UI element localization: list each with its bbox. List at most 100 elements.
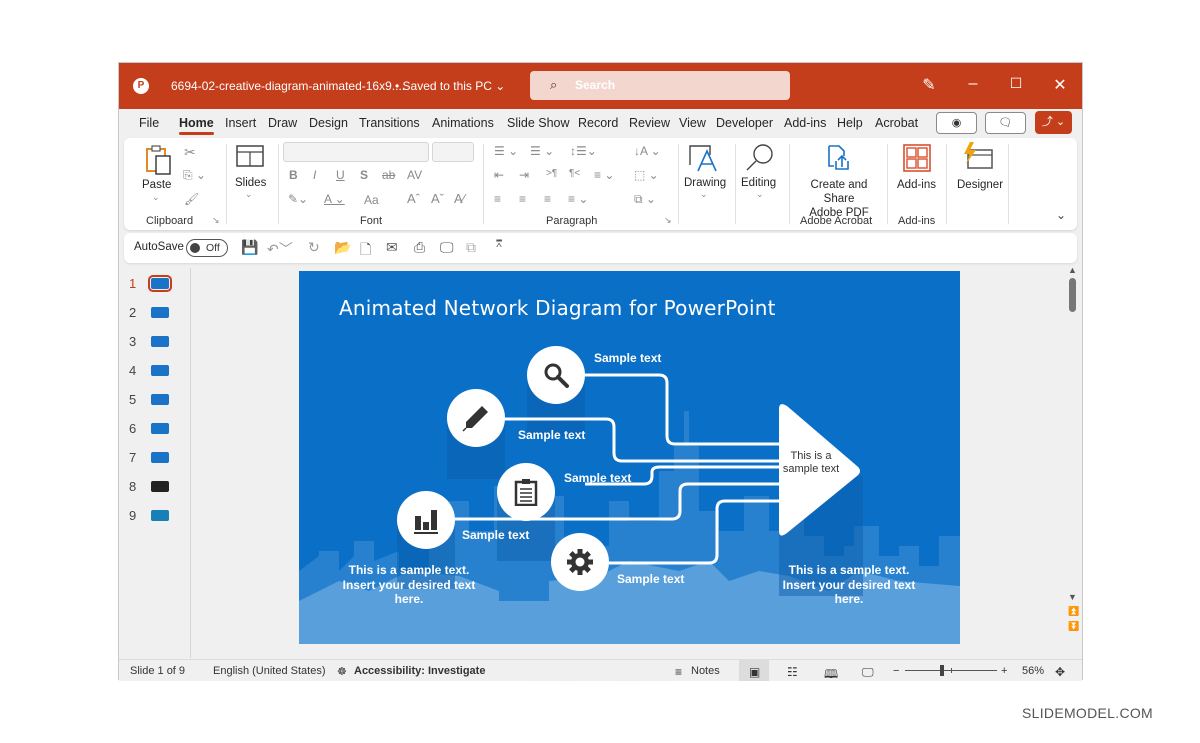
bar-chart-node-label[interactable]: Sample text [462,528,529,542]
close-button[interactable]: ✕ [1048,75,1072,95]
tab-record[interactable]: Record [578,116,618,130]
zoom-slider-track[interactable] [905,665,997,676]
adobe-pdf-share-icon[interactable] [826,144,852,172]
clipboard-node[interactable] [497,463,555,521]
designer-wand-icon[interactable]: ✎ [917,75,941,95]
rtl-icon[interactable]: ¶< [569,168,580,179]
present-icon[interactable]: 🖵 [440,239,454,256]
align-right-icon[interactable]: ≡ [544,192,551,206]
format-painter-icon[interactable]: 🖌 [184,192,199,206]
zoom-slider-thumb[interactable] [939,665,944,676]
accessibility-status[interactable]: Accessibility: Investigate [354,665,485,677]
increase-font-icon[interactable]: Aˆ [407,191,420,206]
email-icon[interactable]: ✉ [386,239,398,256]
strikethrough-button[interactable]: ab [382,168,395,182]
print-icon[interactable]: ⎙ [414,239,425,256]
clipboard-launcher-icon[interactable]: ↘ [212,215,220,226]
language-indicator[interactable]: English (United States) [213,665,326,677]
decrease-font-icon[interactable]: Aˇ [431,191,444,206]
minimize-button[interactable]: – [961,75,985,93]
clipboard-node-label[interactable]: Sample text [564,471,631,485]
customize-qat-icon[interactable]: ⩞ [496,239,502,250]
notes-button[interactable]: Notes [691,665,720,677]
next-slide-icon[interactable]: ⏬ [1068,621,1079,632]
character-spacing-button[interactable]: AV [407,168,422,182]
slide-thumbnail[interactable]: 7 [119,448,191,468]
fit-slide-icon[interactable]: ✥ [1055,665,1065,679]
italic-button[interactable]: I [313,168,316,182]
change-case-button[interactable]: Aa [364,193,379,207]
save-icon[interactable]: 💾 [241,239,258,256]
right-paragraph[interactable]: This is a sample text. Insert your desir… [774,563,924,607]
smartart-icon[interactable]: ⧉ ⌄ [634,192,656,207]
save-status-dropdown[interactable]: • Saved to this PC ⌄ [395,79,505,93]
slide-title[interactable]: Animated Network Diagram for PowerPoint [339,296,776,320]
drawing-chevron-icon[interactable]: ⌄ [700,189,708,200]
vertical-scrollbar[interactable]: ▲ ▼ ⏫ ⏬ [1066,263,1080,658]
slide-thumbnail[interactable]: 3 [119,332,191,352]
reading-view-icon[interactable]: 🕮 [824,665,838,686]
gear-node-label[interactable]: Sample text [617,572,684,586]
triangle-text[interactable]: This is a sample text [782,450,840,476]
zoom-out-button[interactable]: − [893,665,899,677]
tab-draw[interactable]: Draw [268,116,297,130]
line-spacing-icon[interactable]: ↕☰⌄ [570,144,597,158]
slide-thumbnail[interactable]: 6 [119,419,191,439]
bullets-icon[interactable]: ☰ ⌄ [494,144,518,158]
share-button[interactable]: ⤴ ⌄ [1035,111,1072,134]
highlight-color-icon[interactable]: ✎⌄ [288,192,308,206]
scroll-up-arrow-icon[interactable]: ▲ [1068,265,1077,275]
slideshow-view-icon[interactable]: 🖵 [862,665,874,680]
tab-developer[interactable]: Developer [716,116,773,130]
search-node-label[interactable]: Sample text [594,351,661,365]
underline-button[interactable]: U [336,168,345,182]
search-box[interactable]: ⌕ Search [530,71,790,100]
tab-add-ins[interactable]: Add-ins [784,116,826,130]
font-size-dropdown[interactable] [432,142,474,162]
maximize-button[interactable]: ☐ [1004,75,1028,92]
previous-slide-icon[interactable]: ⏫ [1068,606,1079,617]
search-node[interactable] [527,346,585,404]
left-paragraph[interactable]: This is a sample text. Insert your desir… [334,563,484,607]
tab-slide-show[interactable]: Slide Show [507,116,570,130]
slide-sorter-icon[interactable]: ☷ [787,665,798,679]
drawing-shapes-icon[interactable] [688,143,718,173]
paragraph-launcher-icon[interactable]: ↘ [664,215,672,226]
align-center-icon[interactable]: ≡ [519,192,526,206]
tab-insert[interactable]: Insert [225,116,256,130]
zoom-in-button[interactable]: + [1001,665,1007,677]
align-text-icon[interactable]: ⬚ ⌄ [634,168,659,182]
undo-icon[interactable]: ↶﹀ [267,239,293,259]
tab-animations[interactable]: Animations [432,116,494,130]
cut-icon[interactable]: ✂ [184,144,196,161]
numbering-icon[interactable]: ☰ ⌄ [530,144,554,158]
slide-thumbnail[interactable]: 5 [119,390,191,410]
scroll-down-arrow-icon[interactable]: ▼ [1068,592,1077,602]
add-ins-grid-icon[interactable] [903,144,931,172]
columns-icon[interactable]: ≡ ⌄ [594,168,614,182]
align-left-icon[interactable]: ≡ [494,192,501,206]
slide-canvas[interactable]: Animated Network Diagram for PowerPoint [299,271,960,644]
slide-thumbnail[interactable]: 2 [119,303,191,323]
paste-button[interactable]: Paste [142,178,171,192]
accessibility-icon[interactable]: ☸ [337,665,347,678]
slides-layout-icon[interactable] [236,145,264,167]
record-button[interactable]: ◉ [936,112,977,134]
tab-view[interactable]: View [679,116,706,130]
pencil-node[interactable] [447,389,505,447]
tab-acrobat[interactable]: Acrobat [875,116,918,130]
redo-icon[interactable]: ↻ [308,239,320,256]
editing-chevron-icon[interactable]: ⌄ [756,189,764,200]
duplicate-icon[interactable]: ⧉ [466,239,476,256]
tab-design[interactable]: Design [309,116,348,130]
tab-review[interactable]: Review [629,116,670,130]
paste-icon[interactable] [145,144,173,176]
font-family-dropdown[interactable] [283,142,429,162]
notes-icon[interactable]: ≡ [675,665,682,679]
collapse-ribbon-icon[interactable]: ⌄ [1056,208,1066,222]
slide-thumbnail[interactable]: 8 [119,477,191,497]
new-file-icon[interactable]: 🗋 [360,239,371,263]
slide-thumbnail[interactable]: 9 [119,506,191,526]
designer-icon[interactable] [962,142,994,170]
pencil-node-label[interactable]: Sample text [518,428,585,442]
